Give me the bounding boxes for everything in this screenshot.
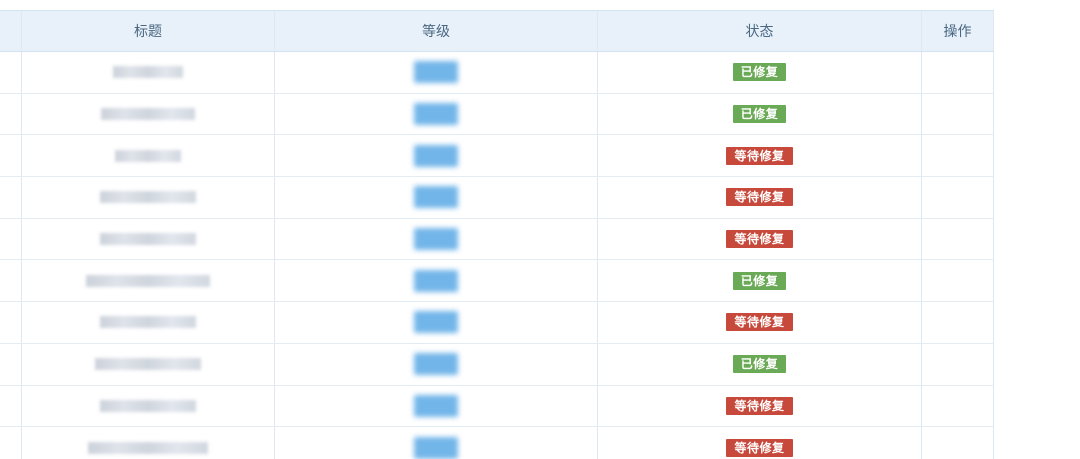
level-cell [275, 177, 598, 218]
title-cell[interactable] [22, 177, 275, 218]
table-row[interactable]: 已修复 [0, 260, 994, 303]
title-text-redacted [22, 260, 274, 301]
action-cell[interactable] [922, 93, 994, 135]
title-text-redacted [22, 94, 274, 135]
title-cell[interactable] [22, 135, 275, 177]
status-cell: 等待修复 [598, 177, 922, 218]
level-cell [275, 135, 598, 177]
table-viewport: 标题 等级 状态 操作 已修复 已修复 等待修复 等待修复 等待修复 已修复 等待修复 已修复… [0, 0, 1080, 459]
title-cell[interactable] [22, 385, 275, 427]
header-level[interactable]: 等级 [275, 11, 598, 51]
level-cell [275, 52, 598, 93]
table-row[interactable]: 等待修复 [0, 427, 994, 459]
action-cell[interactable] [922, 135, 994, 177]
row-left-cell [0, 93, 22, 135]
level-badge-redacted [414, 144, 458, 167]
title-cell[interactable] [22, 218, 275, 260]
status-badge: 等待修复 [726, 396, 793, 415]
action-cell[interactable] [922, 260, 994, 302]
level-badge-redacted [414, 394, 458, 417]
table-row[interactable]: 等待修复 [0, 135, 994, 178]
status-badge: 已修复 [732, 105, 787, 124]
status-badge: 等待修复 [726, 188, 793, 207]
level-badge-redacted [414, 61, 458, 84]
row-left-cell [0, 218, 22, 260]
header-action: 操作 [922, 11, 994, 51]
action-cell[interactable] [922, 385, 994, 427]
header-title[interactable]: 标题 [22, 11, 275, 51]
header-left-column [0, 11, 22, 51]
row-left-cell [0, 427, 22, 459]
status-badge: 等待修复 [726, 230, 793, 249]
title-text-redacted [22, 219, 274, 260]
title-text-redacted [22, 177, 274, 218]
status-cell: 已修复 [598, 52, 922, 93]
action-cell[interactable] [922, 302, 994, 343]
title-text-redacted [22, 52, 274, 93]
title-cell[interactable] [22, 93, 275, 135]
action-cell[interactable] [922, 343, 994, 385]
table-row[interactable]: 等待修复 [0, 385, 994, 428]
title-cell[interactable] [22, 260, 275, 302]
table-row[interactable]: 等待修复 [0, 177, 994, 219]
title-text-redacted [22, 344, 274, 385]
status-badge: 等待修复 [726, 438, 793, 457]
title-text-redacted [22, 386, 274, 427]
status-badge: 已修复 [732, 355, 787, 374]
level-cell [275, 302, 598, 343]
level-badge-redacted [414, 103, 458, 126]
status-badge: 等待修复 [726, 146, 793, 165]
level-cell [275, 93, 598, 135]
title-cell[interactable] [22, 52, 275, 93]
level-cell [275, 427, 598, 459]
status-cell: 等待修复 [598, 218, 922, 260]
row-left-cell [0, 385, 22, 427]
level-cell [275, 343, 598, 385]
action-cell[interactable] [922, 218, 994, 260]
level-badge-redacted [414, 353, 458, 376]
status-cell: 等待修复 [598, 385, 922, 427]
level-badge-redacted [414, 269, 458, 292]
status-cell: 等待修复 [598, 135, 922, 177]
row-left-cell [0, 260, 22, 302]
status-badge: 等待修复 [726, 313, 793, 332]
title-text-redacted [22, 427, 274, 459]
row-left-cell [0, 343, 22, 385]
title-cell[interactable] [22, 343, 275, 385]
header-status[interactable]: 状态 [598, 11, 922, 51]
table-row[interactable]: 已修复 [0, 52, 994, 94]
data-table: 标题 等级 状态 操作 已修复 已修复 等待修复 等待修复 等待修复 已修复 等待修复 已修复… [0, 10, 994, 459]
level-cell [275, 218, 598, 260]
row-left-cell [0, 135, 22, 177]
action-cell[interactable] [922, 177, 994, 218]
status-cell: 已修复 [598, 343, 922, 385]
status-cell: 已修复 [598, 260, 922, 302]
table-row[interactable]: 已修复 [0, 343, 994, 386]
table-row[interactable]: 已修复 [0, 93, 994, 136]
level-cell [275, 385, 598, 427]
table-row[interactable]: 等待修复 [0, 302, 994, 344]
status-cell: 已修复 [598, 93, 922, 135]
level-badge-redacted [414, 186, 458, 209]
action-cell[interactable] [922, 427, 994, 459]
status-cell: 等待修复 [598, 302, 922, 343]
title-cell[interactable] [22, 427, 275, 459]
level-badge-redacted [414, 311, 458, 334]
status-badge: 已修复 [732, 271, 787, 290]
status-badge: 已修复 [732, 63, 787, 82]
row-left-cell [0, 52, 22, 93]
title-cell[interactable] [22, 302, 275, 343]
row-left-cell [0, 302, 22, 343]
table-row[interactable]: 等待修复 [0, 218, 994, 261]
title-text-redacted [22, 135, 274, 176]
action-cell[interactable] [922, 52, 994, 93]
table-body: 已修复 已修复 等待修复 等待修复 等待修复 已修复 等待修复 已修复 等待修复 等待修复 [0, 52, 994, 459]
title-text-redacted [22, 302, 274, 343]
level-badge-redacted [414, 436, 458, 459]
status-cell: 等待修复 [598, 427, 922, 459]
level-badge-redacted [414, 228, 458, 251]
table-header: 标题 等级 状态 操作 [0, 10, 994, 52]
row-left-cell [0, 177, 22, 218]
level-cell [275, 260, 598, 302]
